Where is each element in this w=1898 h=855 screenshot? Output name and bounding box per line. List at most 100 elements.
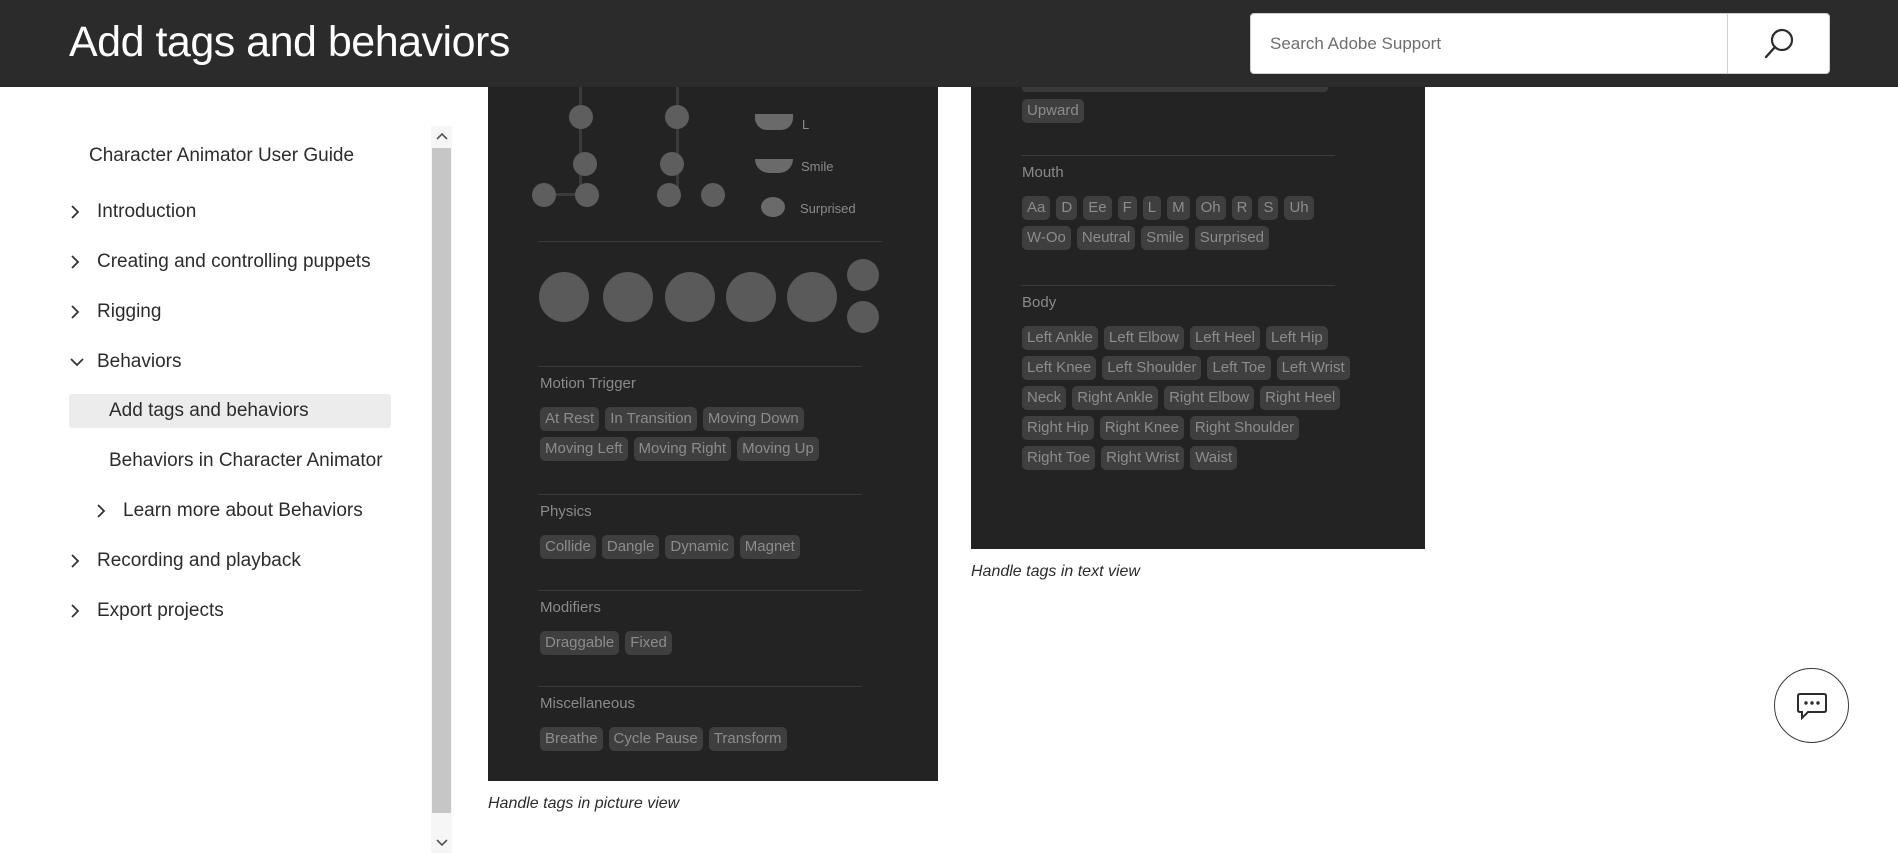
tag-chip[interactable]: Moving Down [702,407,804,431]
section-title-miscellaneous: Miscellaneous [540,695,636,712]
tag-chip[interactable]: Magnet [739,535,800,559]
tag-chip[interactable]: Dynamic [665,535,734,559]
tag-chip[interactable]: Aa [1022,196,1051,220]
sidebar-item-label: Rigging [97,301,162,322]
tag-chip[interactable]: Left Heel [1189,326,1260,350]
tag-chip[interactable]: Moving Left [540,437,628,461]
tag-chip[interactable]: Ee [1083,196,1112,220]
tag-chip[interactable]: Neutral [1076,226,1136,250]
tag-chip[interactable]: Right Heel [1260,386,1341,410]
text-view-caption: Handle tags in text view [971,563,1140,580]
tag-chip[interactable]: M [1167,196,1190,220]
tag-chip[interactable]: S [1258,196,1279,220]
divider [538,590,862,591]
section-title-motion-trigger: Motion Trigger [540,375,636,392]
sidebar-item-rigging[interactable]: Rigging [69,295,161,329]
sidebar-guide-title[interactable]: Character Animator User Guide [89,145,354,167]
mouth-smile-icon [755,159,793,173]
sidebar-subitem-behaviors-in-ca[interactable]: Behaviors in Character Animator [109,444,383,478]
tag-chip[interactable]: Transform [708,727,787,751]
sidebar-item-export[interactable]: Export projects [69,594,224,628]
tag-chip[interactable]: Cycle Pause [608,727,703,751]
tag-chip[interactable]: Waist [1190,446,1238,470]
tag-chip[interactable]: Uh [1284,196,1314,220]
tag-chip[interactable]: F [1117,196,1137,220]
chevron-right-icon [69,304,97,320]
mouth-l-icon [755,114,793,130]
tag-chip[interactable]: Moving Right [633,437,732,461]
tag-chip[interactable]: In Transition [605,407,697,431]
tag-chip[interactable]: Left Elbow [1103,326,1184,350]
face-quarter-left-icon [603,272,653,322]
tag-chip[interactable]: Right Knee [1099,416,1184,440]
chevron-right-icon [69,553,97,569]
tag-chip[interactable]: D [1056,196,1078,220]
divider [538,366,862,367]
tag-chip[interactable]: Left Toe [1207,356,1271,380]
tag-chip[interactable]: Left Hip [1265,326,1328,350]
tag-chip[interactable]: Left Ankle [1022,326,1098,350]
tag-chip[interactable]: Right Toe [1022,446,1096,470]
chevron-right-icon [95,503,123,519]
tag-chip[interactable]: W-Oo [1022,226,1071,250]
tag-chip[interactable]: Oh [1195,196,1226,220]
tag-chip[interactable]: Fixed [625,631,672,655]
scroll-down-arrow-icon[interactable] [431,833,452,853]
scroll-up-arrow-icon[interactable] [431,126,452,146]
sidebar-item-label: Behaviors [97,351,182,372]
chevron-right-icon [69,204,97,220]
tag-chip[interactable]: Upward [1022,99,1084,123]
scroll-thumb[interactable] [432,148,451,813]
section-title-modifiers: Modifiers [540,599,601,616]
tag-chip[interactable]: Breathe [540,727,603,751]
sidebar-subitem-learn-more[interactable]: Learn more about Behaviors [95,494,363,528]
sidebar-item-label: Creating and controlling puppets [97,251,371,272]
sidebar-item-label: Export projects [97,600,224,621]
face-profile-right-icon [787,272,837,322]
sidebar-item-creating-puppets[interactable]: Creating and controlling puppets [69,245,371,279]
tag-chip[interactable]: Right Shoulder [1189,416,1300,440]
top-bar: Add tags and behaviors [0,0,1898,87]
tag-chip[interactable]: Collide [540,535,596,559]
sidebar-item-label: Recording and playback [97,550,301,571]
sidebar-item-label: Add tags and behaviors [109,400,309,421]
tag-chip[interactable]: Draggable [540,631,620,655]
section-title-body: Body [1022,294,1057,311]
tag-chip[interactable]: Right Wrist [1101,446,1185,470]
tag-chip[interactable]: Right Ankle [1072,386,1159,410]
tag-chip[interactable]: Surprised [1194,226,1269,250]
face-blink-icon [847,259,879,291]
chat-icon [1796,692,1827,720]
sidebar-item-recording[interactable]: Recording and playback [69,544,301,578]
sidebar-subitem-add-tags[interactable]: Add tags and behaviors [109,394,309,428]
picture-view-caption: Handle tags in picture view [488,795,680,812]
tag-chip[interactable]: L [1142,196,1162,220]
tag-chip[interactable]: Left Wrist [1276,356,1350,380]
tag-chip[interactable]: R [1231,196,1253,220]
search-input[interactable] [1252,15,1726,72]
tag-chip[interactable]: Right Hip [1022,416,1094,440]
mouth-label-smile: Smile [801,159,834,174]
sidebar-scrollbar[interactable] [431,126,452,853]
divider [538,686,862,687]
tag-chip[interactable]: At Rest [540,407,600,431]
handle-tags-text-view: Upward Mouth Aa D Ee F L M Oh R S Uh W-O… [971,87,1425,549]
tag-chip[interactable]: Left Knee [1022,356,1097,380]
search-box[interactable] [1250,13,1830,74]
face-frontal-icon [665,272,715,322]
divider [538,494,862,495]
tag-chip[interactable]: Moving Up [737,437,819,461]
tag-chip[interactable]: Neck [1022,386,1067,410]
mouth-label-surprised: Surprised [800,201,856,216]
sidebar-item-behaviors[interactable]: Behaviors [69,345,182,379]
tag-chip[interactable]: Left Shoulder [1102,356,1202,380]
mouth-surprised-icon [761,197,785,217]
chevron-right-icon [69,254,97,270]
tag-chip[interactable]: Smile [1141,226,1189,250]
page-title: Add tags and behaviors [69,18,510,66]
search-button[interactable] [1727,14,1829,73]
tag-chip[interactable]: Right Elbow [1164,386,1255,410]
sidebar-item-introduction[interactable]: Introduction [69,195,196,229]
tag-chip[interactable]: Dangle [601,535,660,559]
chat-button[interactable] [1774,668,1849,743]
